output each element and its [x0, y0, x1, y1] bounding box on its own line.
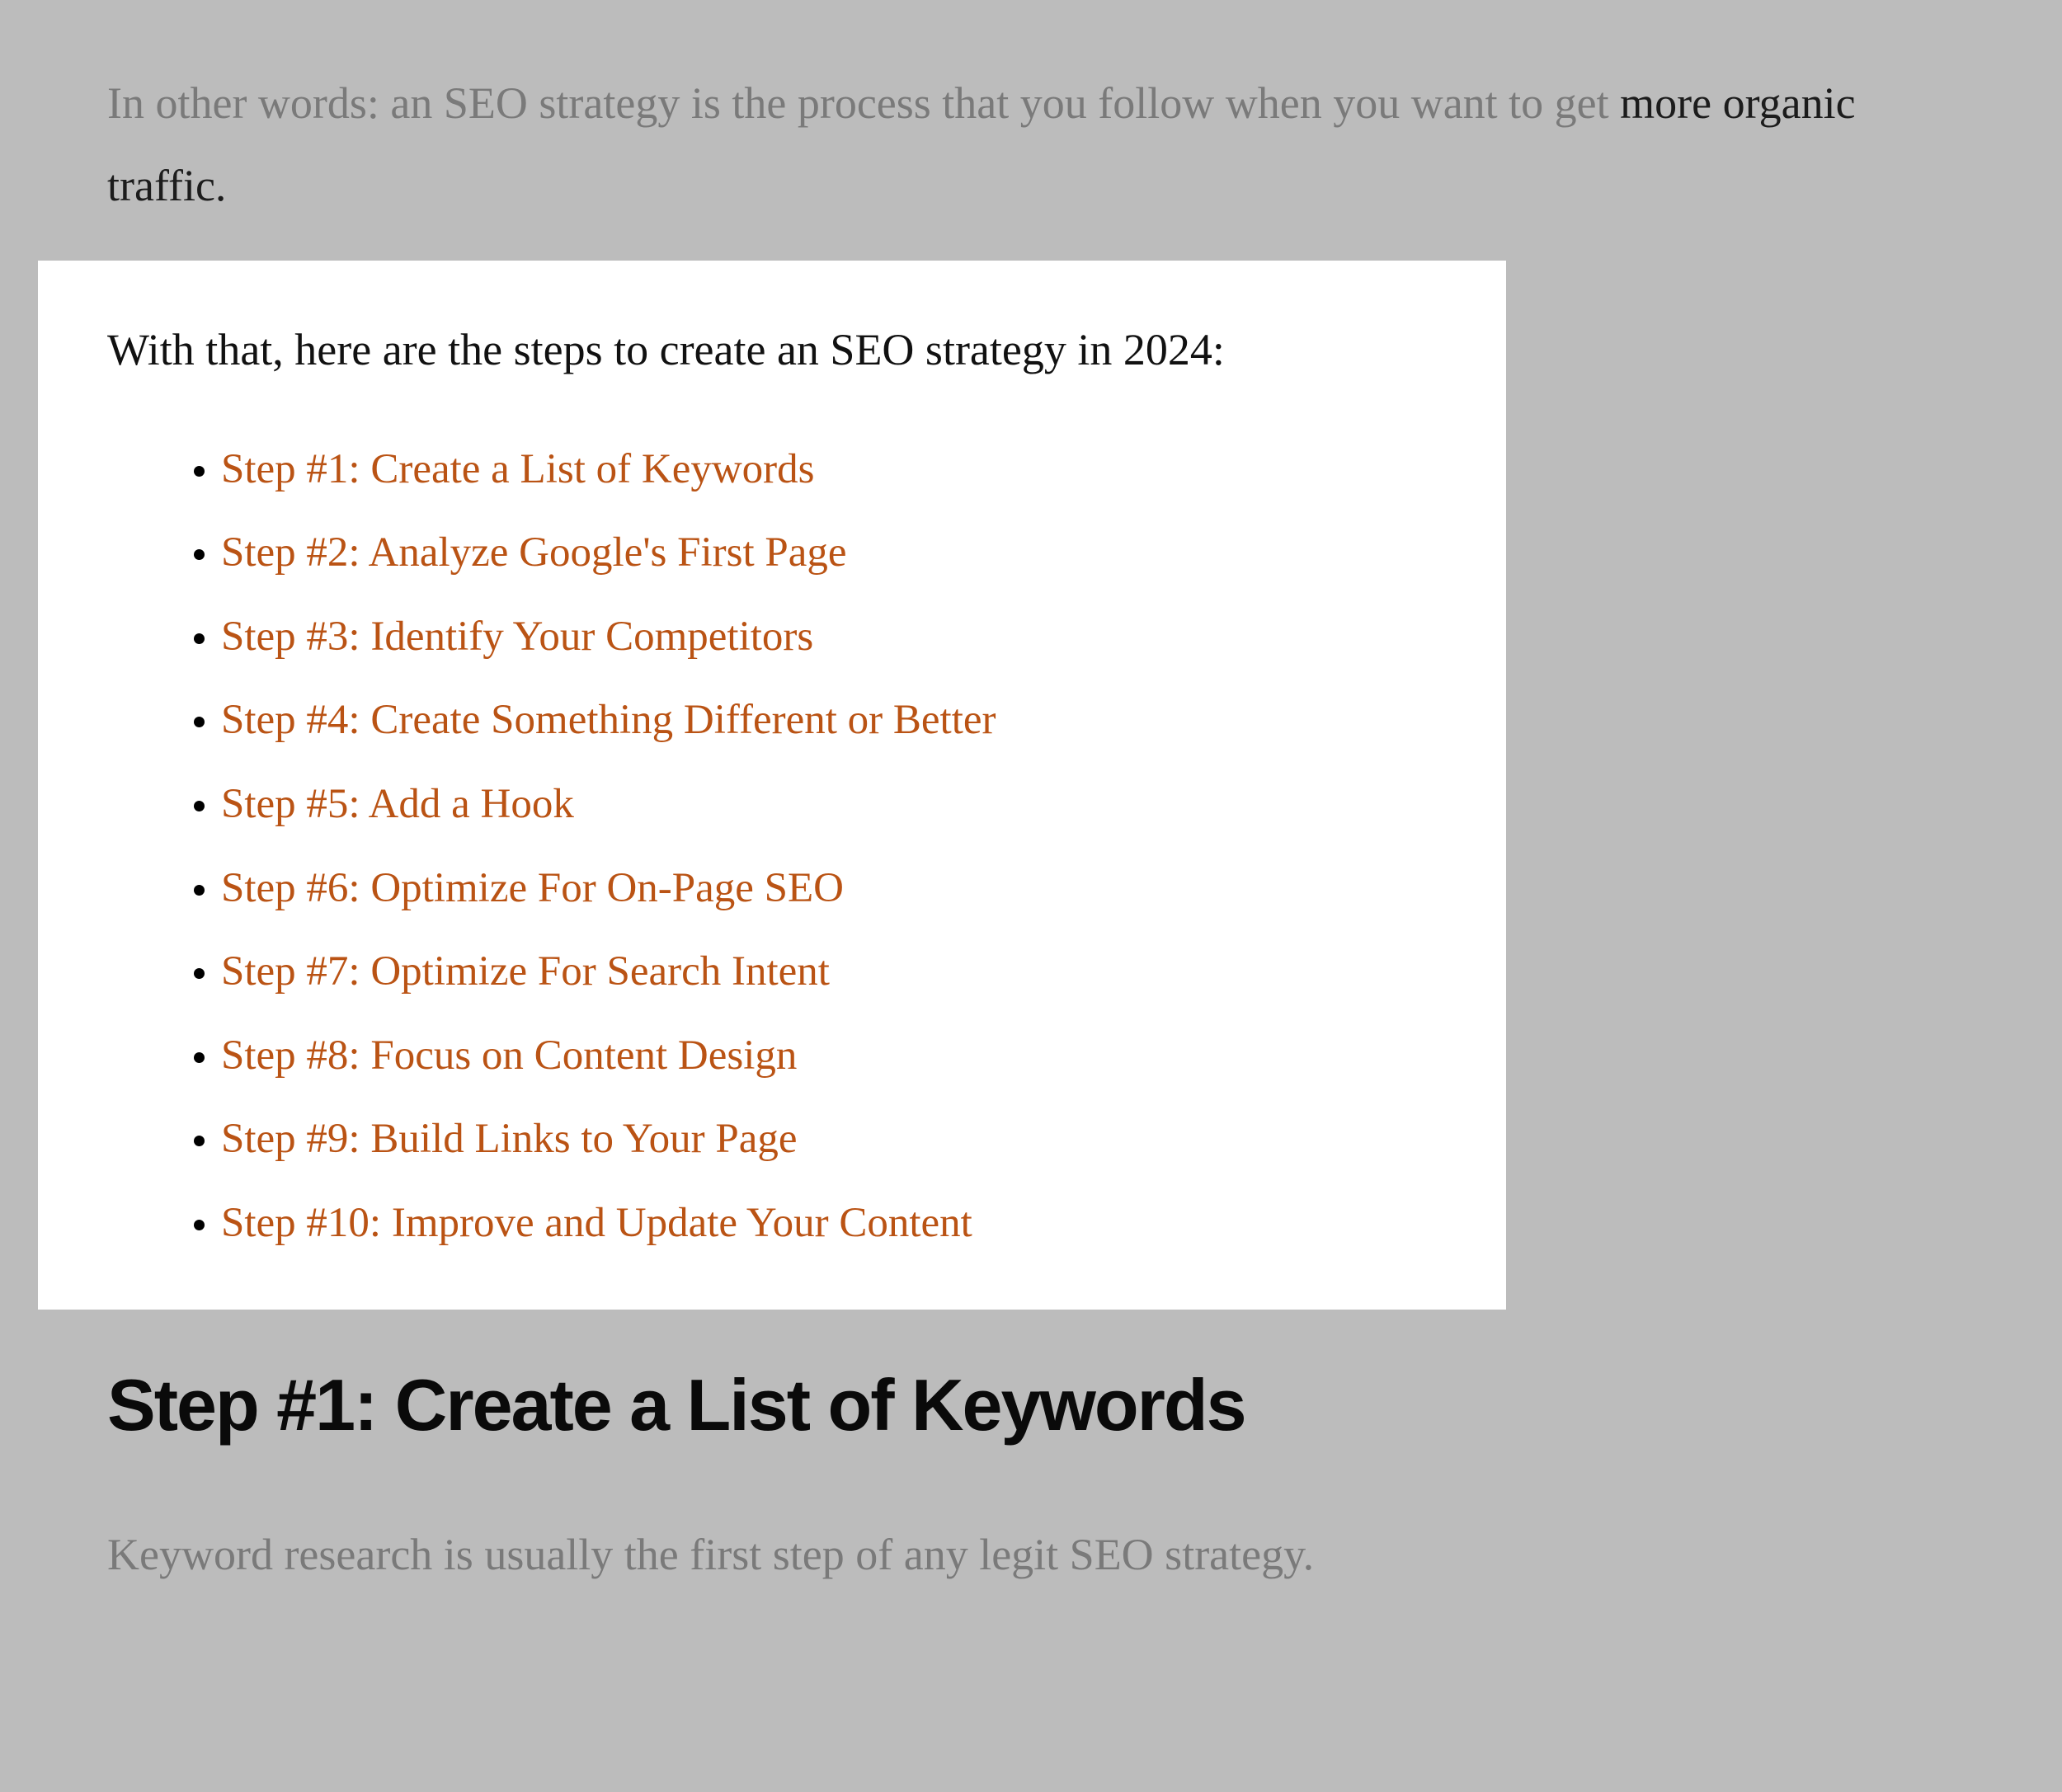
toc-item: Step #3: Identify Your Competitors [221, 615, 1440, 660]
toc-item: Step #10: Improve and Update Your Conten… [221, 1202, 1440, 1246]
toc-link-step-7[interactable]: Step #7: Optimize For Search Intent [221, 948, 830, 995]
toc-list: Step #1: Create a List of Keywords Step … [107, 448, 1440, 1245]
article-body: In other words: an SEO strategy is the p… [0, 0, 2062, 1644]
section-paragraph: Keyword research is usually the first st… [107, 1515, 1955, 1595]
toc-link-step-10[interactable]: Step #10: Improve and Update Your Conten… [221, 1200, 972, 1246]
toc-item: Step #2: Analyze Google's First Page [221, 531, 1440, 576]
toc-item: Step #9: Build Links to Your Page [221, 1117, 1440, 1162]
toc-link-step-1[interactable]: Step #1: Create a List of Keywords [221, 446, 815, 492]
intro-paragraph: In other words: an SEO strategy is the p… [107, 63, 1955, 228]
toc-link-step-6[interactable]: Step #6: Optimize For On-Page SEO [221, 865, 844, 911]
intro-text: In other words: an SEO strategy is the p… [107, 78, 1620, 128]
toc-item: Step #4: Create Something Different or B… [221, 698, 1440, 743]
toc-link-step-2[interactable]: Step #2: Analyze Google's First Page [221, 529, 847, 576]
toc-item: Step #1: Create a List of Keywords [221, 448, 1440, 492]
toc-lead: With that, here are the steps to create … [107, 317, 1440, 383]
toc-block: With that, here are the steps to create … [38, 261, 1506, 1310]
toc-item: Step #8: Focus on Content Design [221, 1034, 1440, 1079]
toc-link-step-8[interactable]: Step #8: Focus on Content Design [221, 1032, 797, 1079]
toc-item: Step #6: Optimize For On-Page SEO [221, 867, 1440, 911]
toc-link-step-3[interactable]: Step #3: Identify Your Competitors [221, 614, 813, 660]
toc-link-step-4[interactable]: Step #4: Create Something Different or B… [221, 697, 996, 743]
section-heading: Step #1: Create a List of Keywords [107, 1367, 1955, 1443]
toc-item: Step #7: Optimize For Search Intent [221, 950, 1440, 995]
toc-link-step-9[interactable]: Step #9: Build Links to Your Page [221, 1116, 798, 1162]
toc-item: Step #5: Add a Hook [221, 783, 1440, 827]
toc-link-step-5[interactable]: Step #5: Add a Hook [221, 781, 574, 827]
